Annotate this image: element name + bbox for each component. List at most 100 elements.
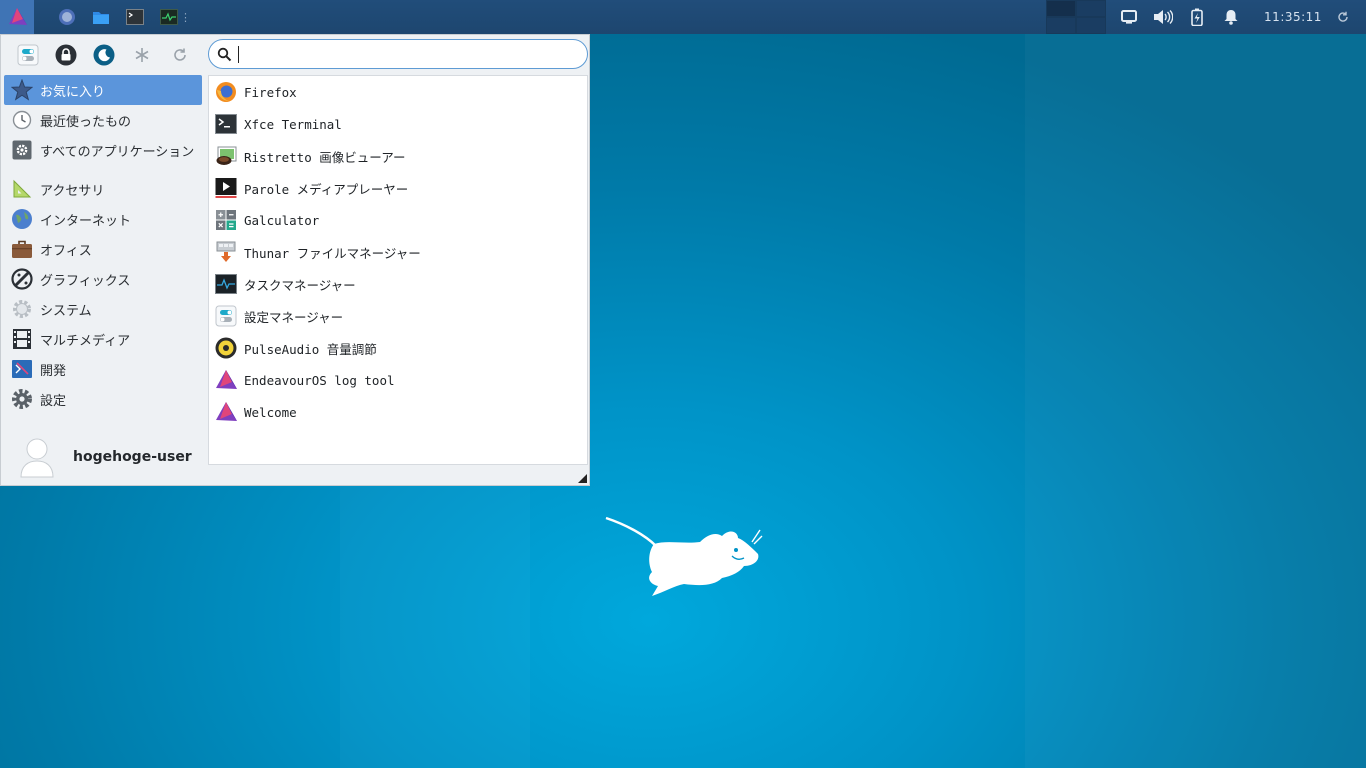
quick-action-bar	[9, 41, 199, 69]
app-task-manager[interactable]: タスクマネージャー	[209, 268, 587, 300]
clock[interactable]: 11:35:11	[1258, 10, 1328, 24]
app-settings-manager[interactable]: 設定マネージャー	[209, 300, 587, 332]
app-label: 設定マネージャー	[244, 309, 344, 325]
top-panel: ⋮ 11:35:11	[0, 0, 1366, 34]
category-label: お気に入り	[40, 84, 106, 100]
settings-manager-button[interactable]	[9, 41, 47, 69]
volume-button[interactable]	[1146, 0, 1180, 34]
firefox-icon	[214, 80, 238, 104]
app-label: Firefox	[244, 84, 297, 100]
calculator-icon	[214, 208, 238, 232]
briefcase-icon	[11, 238, 33, 260]
film-icon	[11, 328, 33, 350]
firefox-icon	[59, 9, 75, 25]
endeavouros-logo-icon	[9, 8, 27, 25]
workspace-switcher[interactable]	[1046, 0, 1106, 34]
avatar-icon	[20, 438, 54, 478]
settings-manager-icon	[214, 304, 238, 328]
switch-user-icon	[135, 48, 149, 62]
task-manager-icon	[160, 9, 178, 25]
search-box[interactable]	[208, 39, 588, 69]
app-label: Xfce Terminal	[244, 116, 342, 132]
app-label: Galculator	[244, 212, 320, 228]
category-list: お気に入り 最近使ったもの すべてのアプリケーション アクセサリ インターネット…	[4, 75, 202, 414]
category-all-applications[interactable]: すべてのアプリケーション	[4, 135, 202, 165]
app-label: Welcome	[244, 404, 297, 420]
app-xfce-terminal[interactable]: Xfce Terminal	[209, 108, 587, 140]
applications-menu-button[interactable]	[0, 0, 34, 34]
app-parole[interactable]: Parole メディアプレーヤー	[209, 172, 587, 204]
logout-button[interactable]	[85, 41, 123, 69]
app-label: PulseAudio 音量調節	[244, 341, 377, 357]
switch-user-button[interactable]	[123, 41, 161, 69]
battery-charging-icon	[1191, 8, 1203, 26]
category-label: グラフィックス	[40, 273, 131, 289]
settings-gear-icon	[11, 388, 33, 410]
app-label: Ristretto 画像ビューアー	[244, 149, 406, 165]
app-thunar[interactable]: Thunar ファイルマネージャー	[209, 236, 587, 268]
cog-icon	[11, 298, 33, 320]
category-label: マルチメディア	[40, 333, 131, 349]
app-firefox[interactable]: Firefox	[209, 76, 587, 108]
gear-box-icon	[11, 139, 33, 161]
category-recent[interactable]: 最近使ったもの	[4, 105, 202, 135]
image-viewer-icon	[214, 144, 238, 168]
display-icon	[1121, 10, 1137, 24]
category-internet[interactable]: インターネット	[4, 204, 202, 234]
category-graphics[interactable]: グラフィックス	[4, 264, 202, 294]
battery-button[interactable]	[1180, 0, 1214, 34]
volume-icon	[1154, 10, 1173, 24]
user-info: hogehoge-user	[19, 435, 192, 479]
globe-icon	[11, 208, 33, 230]
refresh-button[interactable]	[161, 41, 199, 69]
whisker-menu: お気に入り 最近使ったもの すべてのアプリケーション アクセサリ インターネット…	[0, 34, 590, 486]
search-icon	[217, 47, 232, 61]
username: hogehoge-user	[73, 449, 192, 465]
volume-control-icon	[214, 336, 238, 360]
system-tray: 11:35:11	[1112, 0, 1358, 34]
workspace-4[interactable]	[1076, 17, 1106, 34]
file-manager-launcher[interactable]	[84, 0, 118, 34]
file-manager-icon	[214, 240, 238, 264]
display-button[interactable]	[1112, 0, 1146, 34]
search-input[interactable]	[238, 45, 587, 63]
category-label: すべてのアプリケーション	[40, 144, 195, 160]
category-office[interactable]: オフィス	[4, 234, 202, 264]
lock-icon	[55, 44, 77, 66]
workspace-2[interactable]	[1076, 0, 1106, 17]
app-pulseaudio[interactable]: PulseAudio 音量調節	[209, 332, 587, 364]
category-label: システム	[40, 303, 92, 319]
category-multimedia[interactable]: マルチメディア	[4, 324, 202, 354]
category-label: インターネット	[40, 213, 132, 229]
panel-handle-icon[interactable]: ⋮	[180, 11, 191, 24]
app-label: タスクマネージャー	[244, 277, 356, 293]
category-label: 開発	[40, 363, 67, 379]
session-button[interactable]	[1328, 11, 1358, 23]
app-galculator[interactable]: Galculator	[209, 204, 587, 236]
task-manager-icon	[214, 272, 238, 296]
category-settings[interactable]: 設定	[4, 384, 202, 414]
category-favorites[interactable]: お気に入り	[4, 75, 202, 105]
lock-screen-button[interactable]	[47, 41, 85, 69]
firefox-launcher[interactable]	[50, 0, 84, 34]
terminal-icon	[214, 112, 238, 136]
notification-bell-icon	[1224, 10, 1238, 25]
category-label: オフィス	[40, 243, 92, 259]
workspace-1[interactable]	[1046, 0, 1076, 17]
app-endeavouros-log-tool[interactable]: EndeavourOS log tool	[209, 364, 587, 396]
category-accessories[interactable]: アクセサリ	[4, 174, 202, 204]
resize-grip[interactable]	[578, 474, 587, 483]
clock-icon	[11, 109, 33, 131]
star-icon	[11, 79, 33, 101]
terminal-launcher[interactable]	[118, 0, 152, 34]
notifications-button[interactable]	[1214, 0, 1248, 34]
endeavouros-icon	[214, 368, 238, 392]
category-development[interactable]: 開発	[4, 354, 202, 384]
workspace-3[interactable]	[1046, 17, 1076, 34]
folder-icon	[93, 12, 109, 24]
category-system[interactable]: システム	[4, 294, 202, 324]
category-label: 設定	[40, 393, 67, 409]
app-ristretto[interactable]: Ristretto 画像ビューアー	[209, 140, 587, 172]
category-separator	[4, 165, 202, 174]
app-welcome[interactable]: Welcome	[209, 396, 587, 428]
